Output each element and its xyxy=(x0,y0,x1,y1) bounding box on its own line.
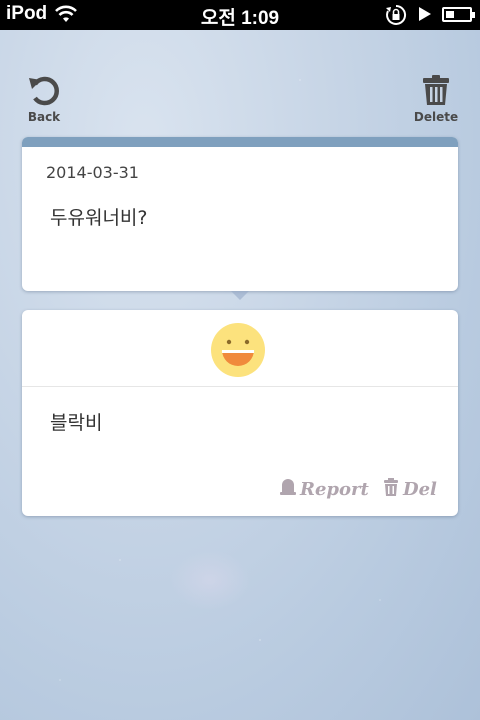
report-icon xyxy=(280,478,296,501)
report-label: Report xyxy=(300,479,369,500)
play-icon xyxy=(418,6,432,27)
smiley-face-icon xyxy=(210,322,266,382)
answer-card: 블락비 Report Del xyxy=(22,310,458,516)
back-label: Back xyxy=(27,110,61,124)
delete-label: Delete xyxy=(413,110,459,124)
del-button[interactable]: Del xyxy=(383,478,437,501)
card-header-bar xyxy=(22,137,458,147)
trash-icon xyxy=(421,75,451,110)
del-label: Del xyxy=(403,479,437,500)
question-date: 2014-03-31 xyxy=(46,163,139,182)
answer-text: 블락비 xyxy=(50,412,103,434)
question-text: 두유워너비? xyxy=(50,207,148,229)
back-arrow-icon xyxy=(27,76,61,110)
back-button[interactable]: Back xyxy=(24,74,64,124)
status-bar: iPod 오전 1:09 xyxy=(0,0,480,30)
battery-icon xyxy=(442,7,475,22)
battery-level xyxy=(446,11,454,18)
trash-small-icon xyxy=(383,478,399,501)
report-button[interactable]: Report xyxy=(280,478,369,501)
clock: 오전 1:09 xyxy=(200,8,280,29)
rotation-lock-icon xyxy=(385,4,407,31)
delete-button[interactable]: Delete xyxy=(413,74,459,124)
question-card: 2014-03-31 두유워너비? xyxy=(22,137,458,291)
card-connector-arrow xyxy=(231,291,249,300)
emoji-area xyxy=(22,310,458,387)
